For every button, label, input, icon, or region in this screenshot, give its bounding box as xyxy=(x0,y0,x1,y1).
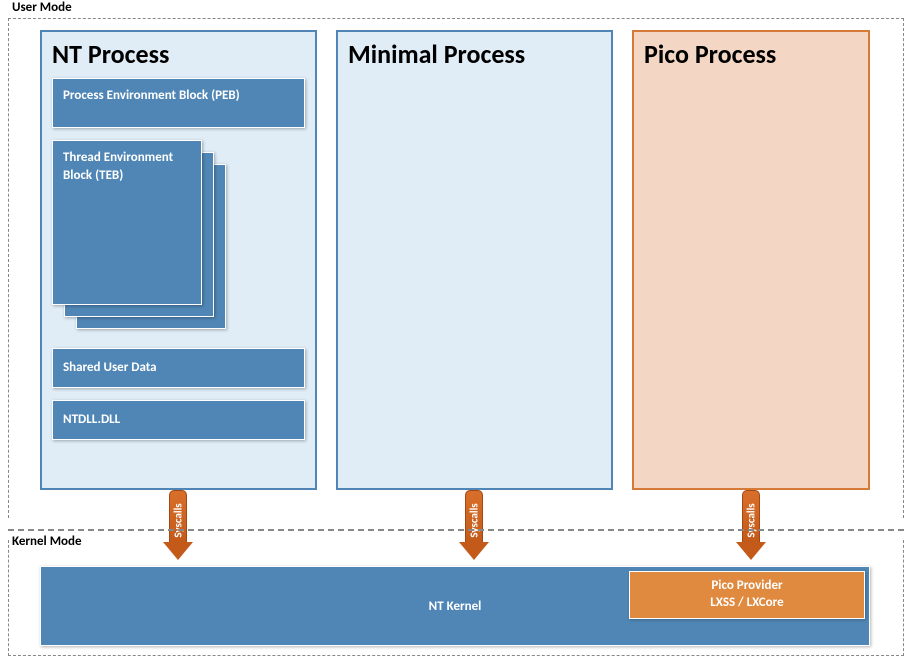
pico-provider-line1: Pico Provider xyxy=(711,578,782,595)
pico-provider-line2: LXSS / LXCore xyxy=(710,595,783,612)
teb-stack: Thread Environment Block (TEB) xyxy=(52,140,305,320)
mode-divider xyxy=(8,529,904,531)
syscalls-label: Syscalls xyxy=(745,503,758,537)
user-mode-label: User Mode xyxy=(12,0,72,15)
nt-process-title: NT Process xyxy=(52,38,305,70)
pico-provider-block: Pico Provider LXSS / LXCore xyxy=(629,571,865,619)
nt-kernel-label: NT Kernel xyxy=(429,599,482,614)
nt-process-box: NT Process Process Environment Block (PE… xyxy=(40,30,317,490)
minimal-process-title: Minimal Process xyxy=(348,38,601,70)
nt-kernel-block: NT Kernel Pico Provider LXSS / LXCore xyxy=(40,566,870,646)
pico-process-title: Pico Process xyxy=(644,38,858,70)
peb-block: Process Environment Block (PEB) xyxy=(52,78,305,128)
pico-process-box: Pico Process xyxy=(632,30,870,490)
syscalls-label: Syscalls xyxy=(468,503,481,537)
minimal-process-box: Minimal Process xyxy=(336,30,613,490)
ntdll-block: NTDLL.DLL xyxy=(52,400,305,440)
teb-card-front: Thread Environment Block (TEB) xyxy=(52,140,202,305)
syscalls-label: Syscalls xyxy=(172,503,185,537)
shared-user-data-block: Shared User Data xyxy=(52,348,305,388)
